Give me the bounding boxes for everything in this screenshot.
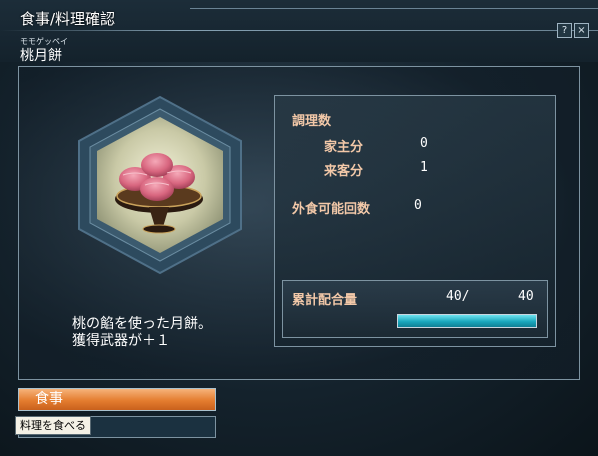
window-title: 食事/料理確認 xyxy=(20,10,116,28)
combination-current: 40/ xyxy=(446,289,470,304)
eat-out-count-label: 外食可能回数 xyxy=(292,202,371,217)
dish-image-frame xyxy=(75,95,245,275)
owner-share-label: 家主分 xyxy=(324,140,364,155)
description-line: 獲得武器が＋１ xyxy=(72,333,170,349)
guest-share-value: 1 xyxy=(420,160,428,175)
eat-tooltip: 料理を食べる xyxy=(15,416,91,435)
title-decoration-line xyxy=(190,8,598,9)
owner-share-value: 0 xyxy=(420,136,428,151)
eat-out-count-value: 0 xyxy=(414,198,422,213)
dish-icon xyxy=(78,95,242,275)
combination-max: 40 xyxy=(518,289,534,304)
eat-button[interactable]: 食事 xyxy=(18,388,216,411)
combination-gauge xyxy=(397,314,537,328)
guest-share-label: 来客分 xyxy=(324,164,364,179)
item-description: 桃の餡を使った月餅。 獲得武器が＋１ xyxy=(72,316,212,350)
combination-gauge-fill xyxy=(398,315,536,327)
item-name: 桃月餅 xyxy=(20,48,62,64)
close-button[interactable]: × xyxy=(574,23,589,38)
cooking-count-label: 調理数 xyxy=(292,114,332,129)
combination-label: 累計配合量 xyxy=(292,293,358,308)
description-line: 桃の餡を使った月餅。 xyxy=(72,316,212,332)
help-button[interactable]: ? xyxy=(557,23,572,38)
title-divider xyxy=(0,30,598,31)
